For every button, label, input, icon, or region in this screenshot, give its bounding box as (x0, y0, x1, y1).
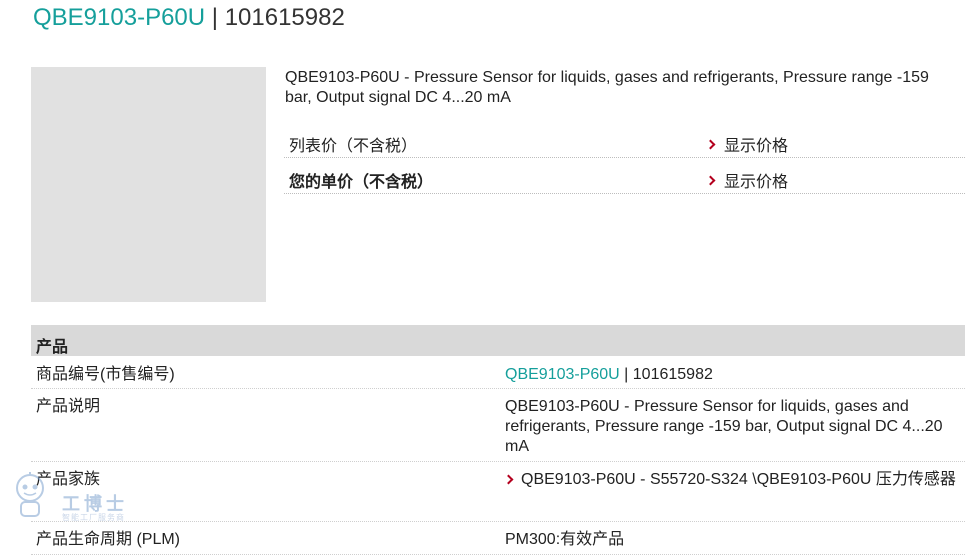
spec-row-product-family: 产品家族 QBE9103-P60U - S55720-S324 \QBE9103… (31, 462, 965, 522)
spec-row-plm: 产品生命周期 (PLM) PM300:有效产品 (31, 522, 965, 555)
product-image-placeholder (31, 67, 266, 302)
spec-key: 产品生命周期 (PLM) (36, 531, 181, 548)
spec-value: QBE9103-P60U - Pressure Sensor for liqui… (505, 398, 943, 455)
product-family-link[interactable]: QBE9103-P60U - S55720-S324 \QBE9103-P60U… (503, 470, 960, 490)
show-price-text: 显示价格 (724, 174, 789, 191)
list-price-row: 列表价（不含税） 显示价格 (284, 122, 965, 158)
spec-value-code[interactable]: QBE9103-P60U (505, 366, 620, 383)
show-price-text: 显示价格 (724, 138, 789, 155)
show-list-price-link[interactable]: 显示价格 (705, 132, 789, 156)
list-price-label: 列表价（不含税） (289, 138, 418, 155)
spec-value-separator: | (619, 366, 633, 383)
product-description: QBE9103-P60U - Pressure Sensor for liqui… (285, 69, 929, 106)
spec-row-article-number: 商品编号(市售编号) QBE9103-P60U | 101615982 (31, 357, 965, 389)
unit-price-row: 您的单价（不含税） 显示价格 (284, 158, 965, 194)
product-number: 101615982 (224, 4, 345, 31)
page-title: QBE9103-P60U | 101615982 (33, 4, 345, 32)
title-separator: | (211, 4, 219, 31)
chevron-right-icon (705, 175, 716, 186)
spec-value-number: 101615982 (632, 366, 713, 383)
unit-price-label: 您的单价（不含税） (289, 174, 434, 191)
watermark-subtitle: 智能工厂服务商 (62, 513, 125, 522)
spec-value: PM300:有效产品 (505, 531, 625, 548)
chevron-right-icon (503, 474, 514, 485)
section-title: 产品 (36, 339, 69, 356)
product-family-text: QBE9103-P60U - S55720-S324 \QBE9103-P60U… (521, 471, 956, 488)
show-unit-price-link[interactable]: 显示价格 (705, 168, 789, 192)
product-section-header: 产品 (31, 325, 965, 356)
spec-key: 产品说明 (36, 398, 101, 415)
product-code: QBE9103-P60U (33, 4, 206, 31)
chevron-right-icon (705, 139, 716, 150)
watermark-logo: 工博士 智能工厂服务商 (10, 466, 135, 524)
spec-value: QBE9103-P60U | 101615982 (505, 365, 960, 385)
spec-key: 商品编号(市售编号) (36, 366, 175, 383)
robot-mascot-icon (16, 472, 44, 517)
spec-row-description: 产品说明 QBE9103-P60U - Pressure Sensor for … (31, 389, 965, 462)
